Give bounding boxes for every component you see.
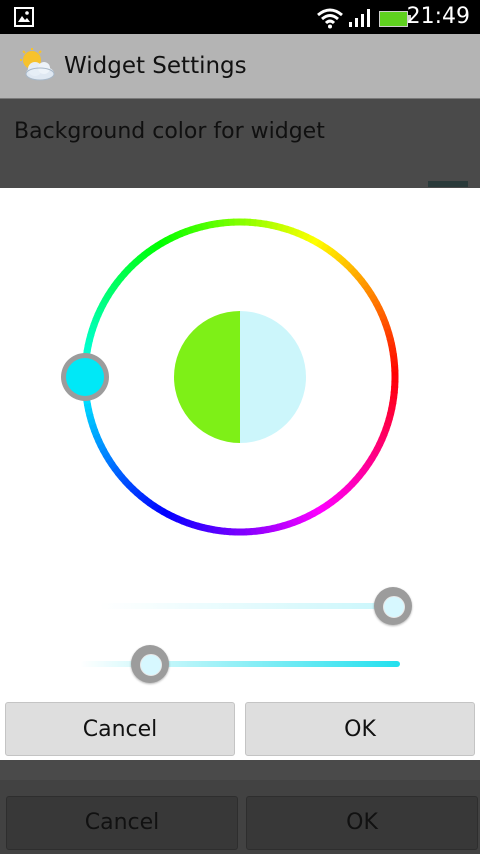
color-picker-dialog: Cancel OK [0,188,480,760]
settings-ok-button[interactable]: OK [246,796,478,850]
saturation-slider-track[interactable] [100,603,400,609]
screen: 21:49 Widget Settings Background color f… [0,0,480,854]
status-bar: 21:49 [0,0,480,34]
color-wheel[interactable] [0,188,480,568]
wifi-icon [317,8,343,29]
preference-accent [428,181,468,187]
signal-icon [349,9,370,27]
bottom-button-bar: Cancel OK [0,780,480,854]
dialog-ok-button[interactable]: OK [245,702,475,756]
weather-icon [20,48,55,81]
hue-marker[interactable] [61,353,109,401]
value-slider-thumb[interactable] [131,645,169,683]
clock: 21:49 [406,4,470,29]
title-bar: Widget Settings [0,34,480,99]
saturation-slider-thumb[interactable] [374,587,412,625]
settings-cancel-button[interactable]: Cancel [6,796,238,850]
value-slider-track[interactable] [80,661,400,667]
gallery-icon [14,7,34,27]
preference-title[interactable]: Background color for widget [14,119,325,144]
dialog-cancel-button[interactable]: Cancel [5,702,235,756]
page-title: Widget Settings [64,53,247,79]
